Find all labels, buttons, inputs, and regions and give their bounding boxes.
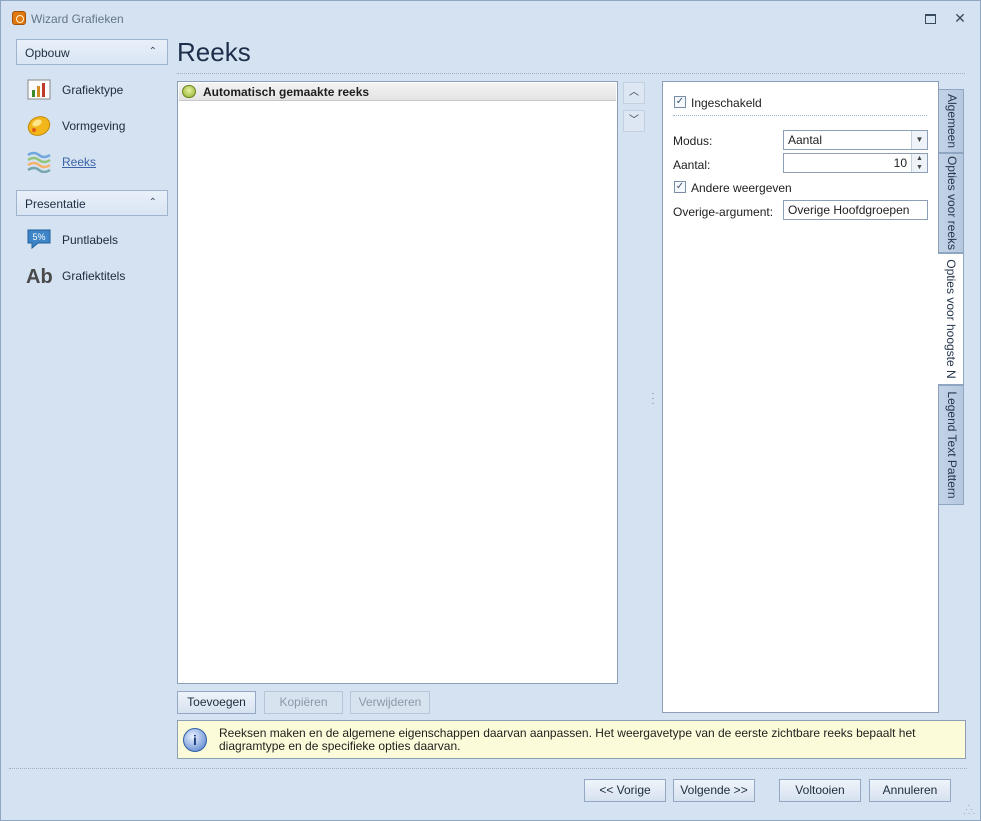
title-bar: Wizard Grafieken ✕: [1, 1, 980, 31]
restore-button[interactable]: [922, 10, 938, 26]
appearance-icon: [27, 116, 51, 136]
series-item-icon: [182, 85, 196, 98]
close-button[interactable]: ✕: [952, 10, 968, 26]
mode-select[interactable]: Aantal ▼: [783, 130, 928, 150]
nav-item-reeks[interactable]: Reeks: [24, 147, 174, 177]
nav-item-label: Puntlabels: [62, 233, 119, 247]
nav-item-puntlabels[interactable]: 5% Puntlabels: [24, 225, 174, 255]
group-label: Presentatie: [25, 197, 86, 211]
divider: [673, 115, 927, 116]
mode-value: Aantal: [788, 133, 823, 147]
point-labels-badge: 5%: [32, 232, 45, 242]
chart-type-icon: [27, 79, 51, 100]
wizard-window: Wizard Grafieken ✕ Opbouw ⌃ Grafiektype: [0, 0, 981, 821]
chart-titles-icon: Ab: [26, 266, 52, 287]
series-item-label: Automatisch gemaakte reeks: [203, 85, 370, 99]
nav-item-label: Grafiektype: [62, 83, 124, 97]
chart-titles-glyph: Ab: [26, 266, 52, 287]
chevron-down-icon: ﹀: [629, 115, 639, 126]
tab-algemeen[interactable]: Algemeen: [939, 89, 964, 153]
spin-icon[interactable]: ▲ ▼: [911, 154, 927, 172]
nav-item-label: Reeks: [62, 155, 97, 169]
count-value: 10: [893, 156, 907, 170]
previous-button[interactable]: << Vorige: [584, 779, 666, 802]
window-title: Wizard Grafieken: [31, 12, 124, 26]
mode-label: Modus:: [673, 134, 713, 148]
properties-panel: ✓ Ingeschakeld Modus: Aantal ▼ Aantal: 1…: [662, 81, 939, 713]
others-argument-label: Overige-argument:: [673, 205, 774, 219]
chevron-up-icon: ︿: [629, 87, 639, 98]
chevron-up-icon[interactable]: ⌃: [149, 197, 157, 208]
enabled-label: Ingeschakeld: [691, 96, 762, 110]
tab-label: Opties voor reeks: [945, 155, 959, 251]
others-argument-value: Overige Hoofdgroepen: [788, 203, 910, 217]
tab-label: Opties voor hoogste N: [944, 259, 958, 379]
nav-item-label: Vormgeving: [62, 119, 126, 133]
remove-button[interactable]: Verwijderen: [350, 691, 430, 714]
next-button[interactable]: Volgende >>: [673, 779, 755, 802]
show-others-checkbox[interactable]: ✓: [674, 181, 686, 193]
others-argument-field[interactable]: Overige Hoofdgroepen: [783, 200, 928, 220]
group-label: Opbouw: [25, 46, 70, 60]
info-bar: i Reeksen maken en de algemene eigenscha…: [177, 720, 966, 759]
info-icon: i: [183, 728, 207, 752]
chevron-down-icon[interactable]: ▼: [911, 131, 927, 149]
splitter-handle[interactable]: · · ·: [651, 389, 655, 409]
copy-button[interactable]: Kopiëren: [264, 691, 343, 714]
enabled-checkbox[interactable]: ✓: [674, 96, 686, 108]
list-item[interactable]: Automatisch gemaakte reeks: [179, 83, 616, 101]
tab-opties-voor-hoogste-n[interactable]: Opties voor hoogste N: [938, 253, 964, 385]
move-down-button[interactable]: ﹀: [623, 110, 645, 132]
count-stepper[interactable]: 10 ▲ ▼: [783, 153, 928, 173]
info-text: Reeksen maken en de algemene eigenschapp…: [219, 726, 916, 753]
point-labels-icon: 5%: [27, 229, 51, 250]
series-icon: [27, 151, 51, 173]
cancel-button[interactable]: Annuleren: [869, 779, 951, 802]
tab-opties-voor-reeks[interactable]: Opties voor reeks: [939, 153, 964, 253]
count-label: Aantal:: [673, 158, 711, 172]
show-others-label: Andere weergeven: [691, 181, 792, 195]
move-up-button[interactable]: ︿: [623, 82, 645, 104]
app-icon: [12, 11, 26, 25]
chevron-up-icon[interactable]: ⌃: [149, 46, 157, 57]
tab-legend-text-pattern[interactable]: Legend Text Pattern: [939, 385, 964, 505]
add-button[interactable]: Toevoegen: [177, 691, 256, 714]
resize-grip-icon[interactable]: · · · · · ·: [963, 802, 975, 818]
divider: [9, 768, 967, 769]
nav-item-grafiektitels[interactable]: Ab Grafiektitels: [24, 261, 174, 291]
series-list[interactable]: Automatisch gemaakte reeks: [177, 81, 618, 684]
nav-item-grafiektype[interactable]: Grafiektype: [24, 75, 174, 105]
group-header-opbouw[interactable]: Opbouw ⌃: [16, 39, 168, 65]
finish-button[interactable]: Voltooien: [779, 779, 861, 802]
nav-item-vormgeving[interactable]: Vormgeving: [24, 111, 174, 141]
page-title: Reeks: [177, 37, 251, 67]
divider: [177, 73, 965, 74]
group-header-presentatie[interactable]: Presentatie ⌃: [16, 190, 168, 216]
tab-label: Algemeen: [945, 93, 959, 149]
tab-label: Legend Text Pattern: [945, 391, 959, 499]
nav-item-label: Grafiektitels: [62, 269, 126, 283]
